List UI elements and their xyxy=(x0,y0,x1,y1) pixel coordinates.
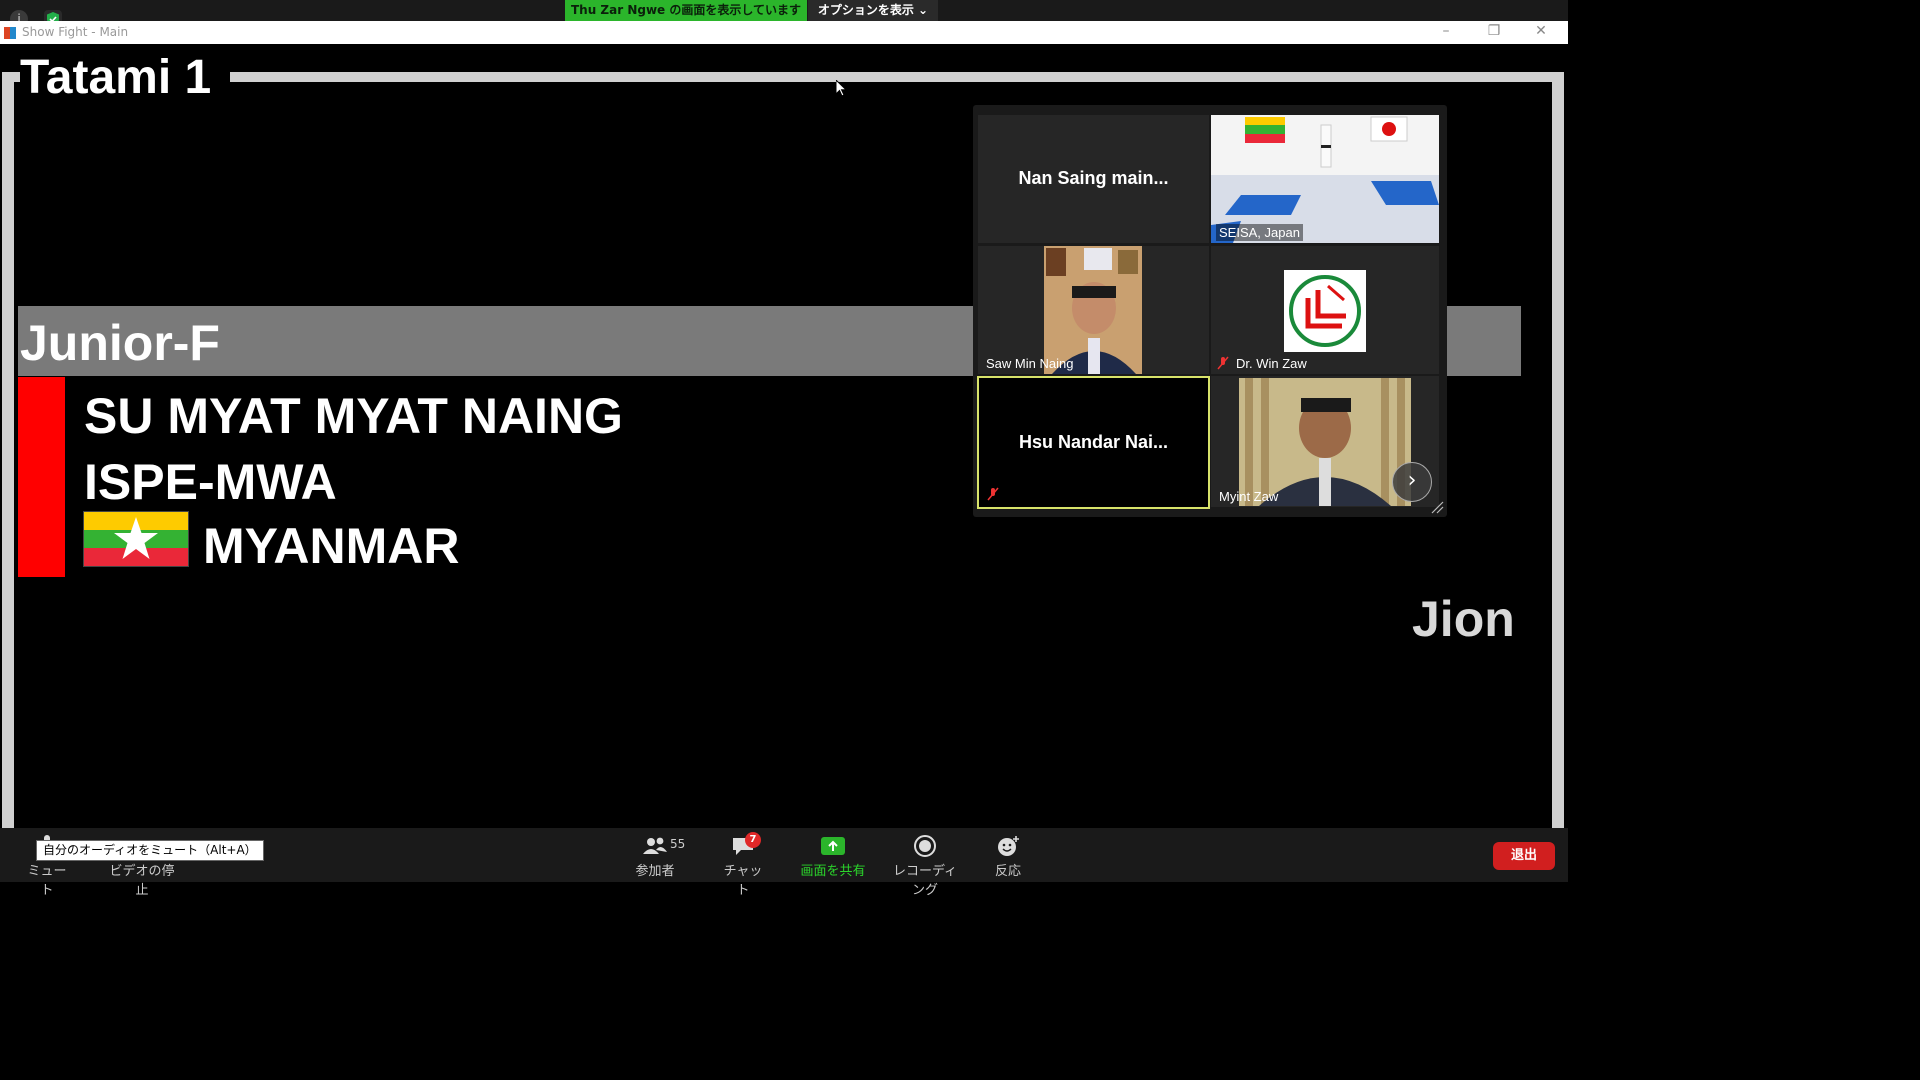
smiley-icon xyxy=(998,836,1019,856)
record-button[interactable]: レコーディング xyxy=(888,828,962,898)
zoom-top-bar: i Thu Zar Ngwe の画面を表示しています オプションを表示 ⌄ xyxy=(0,0,1568,28)
restore-icon[interactable]: ❐ xyxy=(1484,23,1504,39)
record-label: レコーディング xyxy=(892,864,958,898)
next-page-button[interactable]: › xyxy=(1392,462,1432,502)
share-screen-button[interactable]: 画面を共有 xyxy=(800,828,866,882)
board-frame-top xyxy=(230,72,1560,82)
video-tile[interactable]: SEISA, Japan xyxy=(1211,115,1439,243)
participant-label: SEISA, Japan xyxy=(1216,224,1303,241)
video-tile[interactable]: Saw Min Naing xyxy=(978,246,1209,374)
participant-name: Hsu Nandar Nai... xyxy=(1018,432,1169,452)
chat-unread-badge: 7 xyxy=(745,832,761,848)
country-name: MYANMAR xyxy=(203,518,460,574)
muted-mic-icon xyxy=(1217,356,1229,370)
chat-label: チャット xyxy=(723,864,763,898)
share-label: 画面を共有 xyxy=(800,864,866,879)
myanmar-flag-icon xyxy=(83,511,189,567)
resize-grip-icon[interactable] xyxy=(1430,500,1444,514)
window-title: Show Fight - Main xyxy=(22,25,129,39)
minimize-icon[interactable]: – xyxy=(1436,23,1456,39)
participant-label: Myint Zaw xyxy=(1219,489,1279,504)
participants-icon xyxy=(643,837,667,854)
athlete-name: SU MYAT MYAT NAING xyxy=(84,388,623,444)
participant-name: Nan Saing main... xyxy=(1018,168,1169,188)
board-frame-corner xyxy=(2,72,20,82)
division-label: Junior-F xyxy=(20,315,220,371)
mouse-cursor-icon xyxy=(836,80,848,97)
muted-mic-icon xyxy=(987,487,999,501)
participant-label: Saw Min Naing xyxy=(986,356,1074,371)
view-options-button[interactable]: オプションを表示 ⌄ xyxy=(808,0,938,21)
tatami-title: Tatami 1 xyxy=(20,51,212,104)
board-frame-left xyxy=(2,72,14,828)
team-name: ISPE-MWA xyxy=(84,454,337,510)
screen-share-banner: Thu Zar Ngwe の画面を表示しています xyxy=(565,0,807,21)
close-icon[interactable]: ✕ xyxy=(1531,23,1551,39)
participant-label: Dr. Win Zaw xyxy=(1236,356,1307,371)
chat-button[interactable]: チャット xyxy=(718,828,768,898)
video-label: ビデオの停止 xyxy=(109,864,175,898)
leave-meeting-button[interactable]: 退出 xyxy=(1493,842,1555,870)
record-icon xyxy=(914,835,936,857)
video-gallery[interactable]: Nan Saing main... SEISA, Japan Saw Min N… xyxy=(973,105,1447,517)
participant-video-image xyxy=(1239,378,1411,506)
participants-label: 参加者 xyxy=(635,864,675,879)
corner-color-marker xyxy=(18,377,65,577)
video-tile-active-speaker[interactable]: Hsu Nandar Nai... xyxy=(977,376,1210,509)
mute-label: ミュート xyxy=(27,864,67,898)
share-screen-icon xyxy=(821,837,845,855)
board-frame-right xyxy=(1552,72,1564,828)
reactions-label: 反応 xyxy=(994,864,1021,879)
mute-tooltip: 自分のオーディオをミュート（Alt+A） xyxy=(36,840,264,861)
kata-name: Jion xyxy=(1412,591,1515,647)
app-icon xyxy=(4,27,16,39)
organization-logo-icon xyxy=(1284,270,1366,352)
participants-count: 55 xyxy=(670,837,686,851)
video-tile[interactable]: Dr. Win Zaw xyxy=(1211,246,1439,374)
video-tile[interactable]: Nan Saing main... xyxy=(978,115,1209,243)
reactions-button[interactable]: 反応 xyxy=(988,828,1028,882)
window-titlebar: Show Fight - Main – ❐ ✕ xyxy=(0,21,1568,44)
